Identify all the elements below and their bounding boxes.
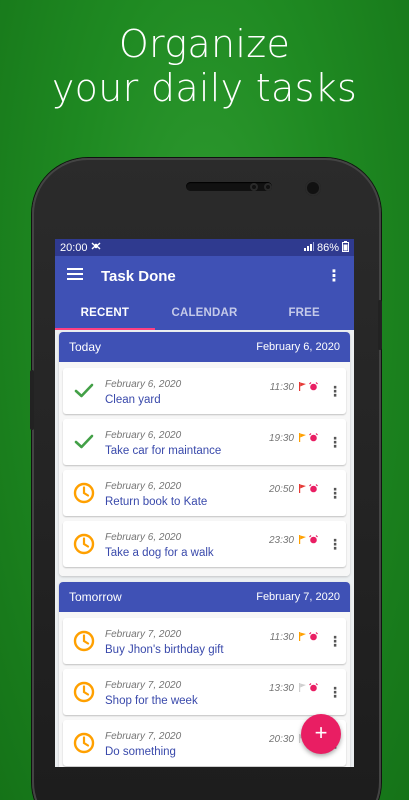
hamburger-menu-icon[interactable] bbox=[67, 267, 83, 285]
task-time: 20:50 bbox=[268, 483, 294, 495]
add-task-button[interactable]: + bbox=[301, 714, 341, 754]
tab-free[interactable]: FREE bbox=[254, 296, 354, 330]
tab-recent[interactable]: RECENT bbox=[55, 296, 155, 330]
section-title: Today bbox=[69, 340, 102, 354]
promo-line-1: Organize bbox=[118, 22, 291, 66]
task-item[interactable]: February 6, 2020 Take a dog for a walk 2… bbox=[63, 521, 346, 567]
clock-icon[interactable] bbox=[63, 533, 105, 555]
promo-headline: Organize your daily tasks bbox=[0, 22, 409, 110]
more-vert-icon[interactable]: ⋮ bbox=[320, 266, 348, 286]
flag-icon bbox=[299, 628, 306, 646]
battery-percent: 86% bbox=[316, 241, 339, 254]
task-more-icon[interactable]: ⋮ bbox=[324, 536, 346, 553]
checkmark-icon[interactable] bbox=[63, 383, 105, 399]
front-camera-icon bbox=[305, 180, 321, 196]
sensor-icon bbox=[250, 183, 258, 191]
flag-icon bbox=[299, 679, 306, 697]
task-item[interactable]: February 6, 2020 Take car for maintance … bbox=[63, 419, 346, 465]
alarm-icon bbox=[309, 628, 318, 646]
speaker-grille bbox=[186, 182, 272, 191]
alarm-icon bbox=[309, 679, 318, 697]
phone-screen: 20:00 86% Task Done ⋮ RECENT CALENDAR FR… bbox=[55, 239, 354, 767]
task-more-icon[interactable]: ⋮ bbox=[324, 684, 346, 701]
battery-icon bbox=[342, 240, 349, 255]
task-item[interactable]: February 7, 2020 Shop for the week 13:30… bbox=[63, 669, 346, 715]
volume-button bbox=[378, 300, 382, 350]
task-item[interactable]: February 6, 2020 Return book to Kate 20:… bbox=[63, 470, 346, 516]
task-time: 13:30 bbox=[268, 682, 294, 694]
alarm-icon bbox=[309, 378, 318, 396]
task-item[interactable]: February 6, 2020 Clean yard 11:30 ⋮ bbox=[63, 368, 346, 414]
clock-icon[interactable] bbox=[63, 630, 105, 652]
section-today: Today February 6, 2020 February 6, 2020 … bbox=[59, 332, 350, 576]
task-more-icon[interactable]: ⋮ bbox=[324, 383, 346, 400]
flag-icon bbox=[299, 378, 306, 396]
task-more-icon[interactable]: ⋮ bbox=[324, 434, 346, 451]
task-more-icon[interactable]: ⋮ bbox=[324, 485, 346, 502]
notification-icon bbox=[91, 241, 101, 254]
alarm-icon bbox=[309, 480, 318, 498]
section-date: February 7, 2020 bbox=[256, 591, 340, 603]
tab-calendar[interactable]: CALENDAR bbox=[155, 296, 255, 330]
alarm-icon bbox=[309, 531, 318, 549]
flag-icon bbox=[299, 480, 306, 498]
sensor-icon bbox=[264, 183, 272, 191]
status-time: 20:00 bbox=[60, 241, 88, 254]
section-header: Today February 6, 2020 bbox=[59, 332, 350, 362]
signal-icon bbox=[303, 241, 314, 254]
section-header: Tomorrow February 7, 2020 bbox=[59, 582, 350, 612]
app-bar: Task Done ⋮ bbox=[55, 256, 354, 296]
clock-icon[interactable] bbox=[63, 732, 105, 754]
task-time: 11:30 bbox=[269, 631, 294, 643]
task-time: 23:30 bbox=[268, 534, 294, 546]
task-item[interactable]: February 7, 2020 Buy Jhon's birthday gif… bbox=[63, 618, 346, 664]
task-list: Today February 6, 2020 February 6, 2020 … bbox=[55, 330, 354, 767]
task-more-icon[interactable]: ⋮ bbox=[324, 633, 346, 650]
task-time: 20:30 bbox=[268, 733, 294, 745]
flag-icon bbox=[299, 531, 306, 549]
flag-icon bbox=[299, 429, 306, 447]
app-title: Task Done bbox=[101, 267, 176, 285]
section-date: February 6, 2020 bbox=[256, 341, 340, 353]
tab-bar: RECENT CALENDAR FREE bbox=[55, 296, 354, 330]
status-bar: 20:00 86% bbox=[55, 239, 354, 256]
task-time: 11:30 bbox=[269, 381, 294, 393]
alarm-icon bbox=[309, 429, 318, 447]
task-time: 19:30 bbox=[268, 432, 294, 444]
clock-icon[interactable] bbox=[63, 681, 105, 703]
section-title: Tomorrow bbox=[69, 590, 122, 604]
section-tasks: February 6, 2020 Clean yard 11:30 ⋮ Febr… bbox=[59, 362, 350, 576]
promo-line-2: your daily tasks bbox=[51, 66, 358, 110]
checkmark-icon[interactable] bbox=[63, 434, 105, 450]
clock-icon[interactable] bbox=[63, 482, 105, 504]
power-button bbox=[30, 370, 34, 430]
